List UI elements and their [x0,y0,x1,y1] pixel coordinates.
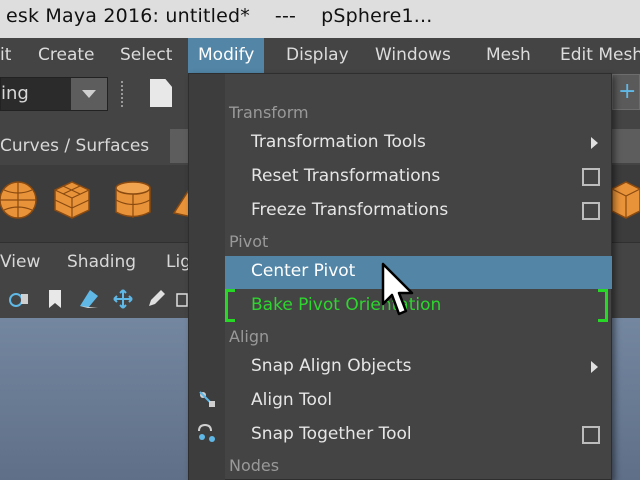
dropdown-arrow-button[interactable] [71,78,107,110]
mouse-cursor-icon [381,262,414,316]
menu-item-label: Snap Align Objects [251,356,412,376]
option-box-icon[interactable] [582,202,600,220]
menu-item-snap-together-tool[interactable]: Snap Together Tool [225,419,612,452]
cube-icon[interactable] [52,179,92,221]
section-nodes: Nodes [229,456,280,475]
menu-icon-gutter [189,74,225,480]
menu-item-align-tool[interactable]: Align Tool [225,385,612,418]
section-pivot: Pivot [229,232,269,251]
align-tool-icon [199,391,215,407]
plus-icon: + [618,79,637,104]
menu-item-reset-transformations[interactable]: Reset Transformations [225,161,612,194]
snap-together-icon [198,423,215,442]
menu-edit-mesh[interactable]: Edit Mesh [560,38,640,73]
menu-select[interactable]: Select [120,38,172,73]
menu-set-dropdown[interactable]: ing [0,77,108,111]
submenu-arrow-icon [591,361,598,373]
main-menu-bar: it Create Select Modify Display Windows … [0,38,640,73]
bookmark-icon[interactable] [44,288,66,310]
menu-item-bake-pivot-orientation[interactable]: Bake Pivot Orientation [225,290,612,323]
menu-set-value: ing [1,83,29,104]
menu-create[interactable]: Create [38,38,95,73]
window-title: esk Maya 2016: untitled* --- pSphere1... [6,5,433,27]
menu-display[interactable]: Display [286,38,349,73]
menu-windows[interactable]: Windows [375,38,451,73]
menu-item-label: Center Pivot [251,261,356,281]
section-align: Align [229,327,270,346]
menu-item-label: Freeze Transformations [251,200,449,220]
grid-icon[interactable] [176,288,188,310]
sphere-icon[interactable] [0,179,38,221]
cylinder-icon[interactable] [113,179,153,221]
marker-bracket-right [598,289,608,322]
pencil-icon[interactable] [145,288,167,310]
menu-item-label: Snap Together Tool [251,424,412,444]
image-plane-icon[interactable] [78,288,100,310]
section-transform: Transform [229,103,309,122]
add-button[interactable]: + [612,74,640,110]
menu-item-snap-align-objects[interactable]: Snap Align Objects [225,351,612,384]
menu-item-transformation-tools[interactable]: Transformation Tools [225,127,612,160]
option-box-icon[interactable] [582,168,600,186]
shelf-tab-right[interactable] [612,129,640,163]
option-box-icon[interactable] [582,426,600,444]
menu-item-freeze-transformations[interactable]: Freeze Transformations [225,195,612,228]
menu-mesh[interactable]: Mesh [486,38,531,73]
menu-item-label: Align Tool [251,390,333,410]
submenu-arrow-icon [591,137,598,149]
camera-attributes-icon[interactable] [8,288,30,310]
toolbar-grip-handle[interactable] [121,81,127,107]
marker-bracket-left [225,289,235,322]
shelf-tab-next[interactable] [170,129,190,163]
menu-item-center-pivot[interactable]: Center Pivot [225,256,612,289]
cube-icon[interactable] [612,179,640,221]
shelf-tab-curves-surfaces[interactable]: Curves / Surfaces [0,127,149,165]
title-bar: esk Maya 2016: untitled* --- pSphere1... [0,0,640,38]
move-camera-icon[interactable] [112,288,134,310]
menu-edit[interactable]: it [0,38,11,73]
chevron-down-icon [82,90,96,98]
new-scene-icon[interactable] [150,79,172,107]
panel-menu-shading[interactable]: Shading [67,252,136,272]
menu-item-label: Reset Transformations [251,166,441,186]
menu-item-label: Transformation Tools [251,132,426,152]
menu-modify[interactable]: Modify [188,38,265,73]
panel-menu-view[interactable]: View [0,252,40,272]
